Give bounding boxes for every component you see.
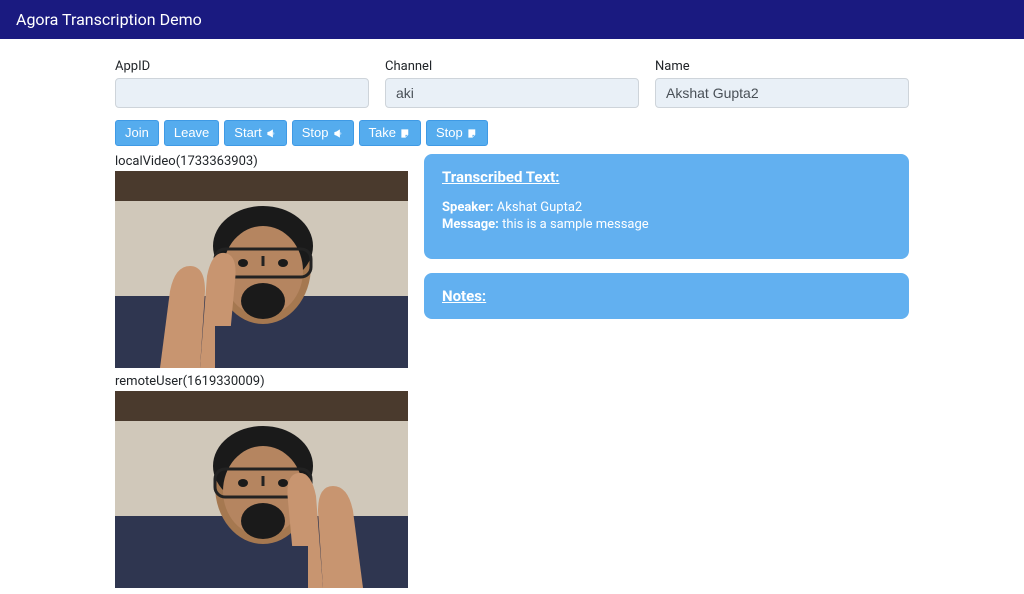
message-value: this is a sample message — [502, 217, 649, 232]
notes-title: Notes: — [442, 287, 891, 305]
appid-label: AppID — [115, 59, 369, 74]
start-button[interactable]: Start — [224, 120, 286, 146]
name-label: Name — [655, 59, 909, 74]
message-line: Message: this is a sample message — [442, 217, 891, 232]
button-row: Join Leave Start Stop Take Stop — [115, 120, 909, 146]
navbar: Agora Transcription Demo — [0, 0, 1024, 39]
join-button[interactable]: Join — [115, 120, 159, 146]
stop-button[interactable]: Stop — [292, 120, 354, 146]
panel-column: Transcribed Text: Speaker: Akshat Gupta2… — [424, 154, 909, 333]
note-icon — [400, 128, 411, 139]
speaker-value: Akshat Gupta2 — [497, 200, 582, 215]
main-container: AppID Channel Name Join Leave Start Stop… — [0, 39, 1024, 594]
notes-panel: Notes: — [424, 273, 909, 319]
appid-group: AppID — [115, 59, 369, 108]
name-input[interactable] — [655, 78, 909, 108]
channel-label: Channel — [385, 59, 639, 74]
stop-notes-button[interactable]: Stop — [426, 120, 488, 146]
transcribed-title: Transcribed Text: — [442, 168, 891, 186]
take-button[interactable]: Take — [359, 120, 421, 146]
take-button-label: Take — [369, 124, 396, 142]
leave-button-label: Leave — [174, 124, 209, 142]
megaphone-icon — [333, 128, 344, 139]
join-button-label: Join — [125, 124, 149, 142]
local-video — [115, 171, 408, 368]
local-video-label: localVideo(1733363903) — [115, 154, 408, 169]
note-icon — [467, 128, 478, 139]
name-group: Name — [655, 59, 909, 108]
stop-button-label: Stop — [302, 124, 329, 142]
channel-group: Channel — [385, 59, 639, 108]
stop-notes-button-label: Stop — [436, 124, 463, 142]
leave-button[interactable]: Leave — [164, 120, 219, 146]
megaphone-icon — [266, 128, 277, 139]
remote-video — [115, 391, 408, 588]
channel-input[interactable] — [385, 78, 639, 108]
form-row: AppID Channel Name — [115, 59, 909, 108]
remote-video-label: remoteUser(1619330009) — [115, 374, 408, 389]
content-row: localVideo(1733363903) — [115, 154, 909, 594]
video-column: localVideo(1733363903) — [115, 154, 408, 594]
speaker-line: Speaker: Akshat Gupta2 — [442, 200, 891, 215]
start-button-label: Start — [234, 124, 261, 142]
speaker-label: Speaker: — [442, 200, 494, 215]
message-label: Message: — [442, 217, 499, 232]
app-title: Agora Transcription Demo — [16, 10, 202, 29]
appid-input[interactable] — [115, 78, 369, 108]
transcribed-panel: Transcribed Text: Speaker: Akshat Gupta2… — [424, 154, 909, 259]
